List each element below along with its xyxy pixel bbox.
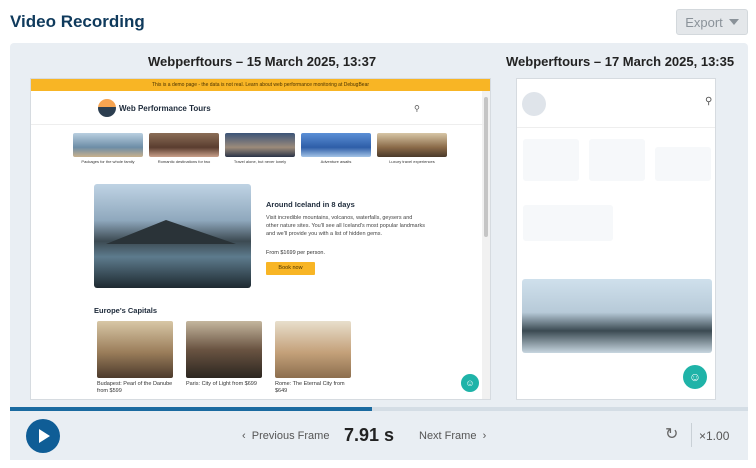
next-frame-button[interactable]: Next Frame › — [419, 430, 486, 442]
placeholder-block — [589, 139, 645, 181]
hero-price: From $1699 per person. — [266, 250, 326, 256]
category-card: Travel alone, but never lonely — [225, 133, 295, 164]
current-time: 7.91 s — [344, 425, 395, 445]
reload-icon[interactable]: ↻ — [665, 424, 678, 444]
controls-divider — [691, 423, 692, 447]
search-icon: ⚲ — [414, 104, 420, 113]
category-card: Luxury travel experiences — [377, 133, 447, 164]
mobile-frame[interactable]: ⚲ ☺ — [516, 78, 716, 400]
playback-controls: ‹ Previous Frame 7.91 s Next Frame › ↻ ×… — [10, 411, 748, 460]
hero-description: Visit incredible mountains, volcanos, wa… — [266, 215, 425, 237]
category-thumbs: Packages for the whole family Romantic d… — [73, 133, 447, 164]
category-card: Packages for the whole family — [73, 133, 143, 164]
category-image — [301, 133, 371, 157]
play-button[interactable] — [26, 419, 60, 453]
header-divider — [517, 127, 715, 128]
category-label: Travel alone, but never lonely — [233, 159, 287, 164]
previous-frame-button[interactable]: ‹ Previous Frame — [242, 430, 329, 442]
book-now-button[interactable]: Book now — [266, 262, 315, 275]
section-title: Europe's Capitals — [94, 306, 158, 315]
category-image — [377, 133, 447, 157]
capital-image — [275, 321, 351, 378]
export-label: Export — [685, 14, 723, 30]
category-image — [149, 133, 219, 157]
video-recording-panel: Video Recording Export Webperftours – 15… — [0, 0, 756, 468]
header-divider — [31, 124, 484, 125]
category-label: Adventure awaits — [320, 159, 352, 164]
chevron-down-icon — [728, 19, 739, 25]
placeholder-block — [655, 147, 711, 181]
page-title: Video Recording — [10, 12, 145, 31]
chevron-right-icon: › — [482, 430, 487, 442]
hero-image — [522, 279, 712, 353]
capital-label: Rome: The Eternal City from $649 — [275, 381, 345, 394]
previous-frame-label: Previous Frame — [251, 430, 330, 442]
hero-mountain — [106, 220, 236, 244]
search-icon: ⚲ — [705, 96, 713, 107]
chat-icon[interactable]: ☺ — [461, 374, 479, 392]
chevron-left-icon: ‹ — [242, 430, 246, 442]
next-frame-label: Next Frame — [419, 430, 477, 442]
chat-icon[interactable]: ☺ — [683, 365, 707, 389]
frame-caption: Webperftours – 15 March 2025, 13:37 — [148, 54, 377, 69]
capital-image — [186, 321, 262, 378]
category-label: Luxury travel experiences — [389, 159, 435, 164]
scrollbar[interactable] — [482, 91, 490, 399]
play-icon — [39, 429, 50, 443]
capital-label: Paris: City of Light from $699 — [186, 381, 257, 387]
placeholder-block — [523, 139, 579, 181]
demo-banner: This is a demo page - the data is not re… — [31, 79, 490, 91]
category-card: Romantic destinations for two — [149, 133, 219, 164]
category-label: Packages for the whole family — [81, 159, 135, 164]
site-logo — [98, 99, 116, 117]
export-button[interactable]: Export — [676, 9, 748, 35]
hero-image — [94, 184, 251, 288]
category-image — [73, 133, 143, 157]
placeholder-block — [523, 205, 613, 241]
hero-title: Around Iceland in 8 days — [266, 200, 355, 209]
scrollbar-thumb[interactable] — [484, 97, 488, 237]
capital-card[interactable]: Budapest: Pearl of the Danube from $599 — [97, 321, 173, 395]
site-logo — [522, 92, 546, 116]
category-card: Adventure awaits — [301, 133, 371, 164]
recording-stage: Webperftours – 15 March 2025, 13:37 Webp… — [10, 43, 748, 407]
category-image — [225, 133, 295, 157]
frame-caption: Webperftours – 17 March 2025, 13:35 — [506, 54, 735, 69]
capital-label: Budapest: Pearl of the Danube from $599 — [97, 381, 173, 394]
capital-card[interactable]: Paris: City of Light from $699 — [186, 321, 262, 388]
site-name: Web Performance Tours — [119, 104, 211, 113]
category-label: Romantic destinations for two — [157, 159, 211, 164]
playback-speed[interactable]: ×1.00 — [699, 429, 729, 443]
capital-card[interactable]: Rome: The Eternal City from $649 — [275, 321, 351, 395]
desktop-frame[interactable]: This is a demo page - the data is not re… — [30, 78, 491, 400]
capital-image — [97, 321, 173, 378]
